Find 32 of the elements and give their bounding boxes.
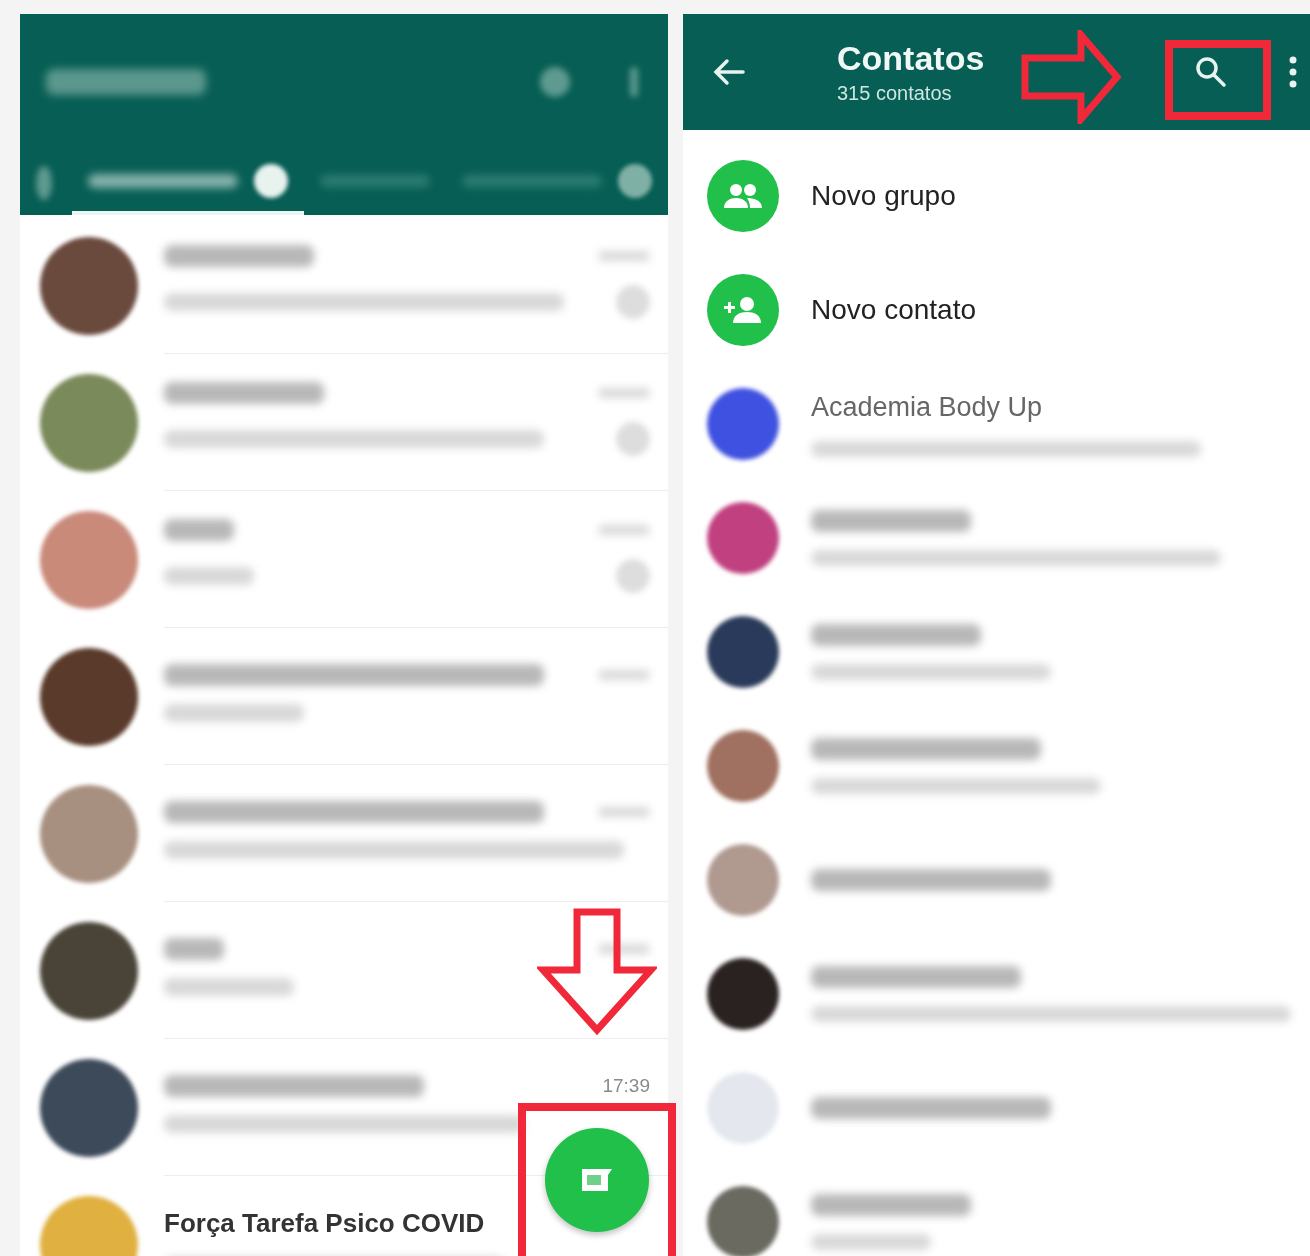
- photo-placeholder: [707, 844, 779, 916]
- blurred-text: [164, 938, 224, 960]
- blurred-icon: [616, 559, 650, 593]
- new-chat-button[interactable]: [545, 1128, 649, 1232]
- chat-name: Força Tarefa Psico COVID: [164, 1207, 485, 1239]
- screen-title: Contatos: [837, 39, 986, 78]
- contact-count: 315 contatos: [837, 82, 953, 105]
- blurred-text: [164, 519, 234, 541]
- photo-placeholder: [707, 1072, 779, 1144]
- action-row[interactable]: Novo contato: [683, 253, 1310, 367]
- action-label: Novo grupo: [811, 180, 956, 212]
- blurred-text: [598, 944, 650, 954]
- people-icon: [723, 183, 763, 209]
- photo-placeholder: [707, 616, 779, 688]
- contact-name: Academia Body Up: [811, 391, 1044, 423]
- back-arrow-icon[interactable]: [711, 57, 747, 87]
- photo-placeholder: [707, 502, 779, 574]
- blurred-icon: [616, 422, 650, 456]
- chat-time: 17:39: [602, 1075, 650, 1097]
- photo-placeholder: [707, 1186, 779, 1256]
- blurred-text: [598, 251, 650, 261]
- person-add-icon: [723, 296, 763, 324]
- blurred-text: [598, 525, 650, 535]
- blurred-text: [598, 807, 650, 817]
- action-row[interactable]: Novo grupo: [683, 139, 1310, 253]
- photo-placeholder: [707, 958, 779, 1030]
- action-label: Novo contato: [811, 294, 976, 326]
- blurred-text: [598, 388, 650, 398]
- photo-placeholder: [707, 730, 779, 802]
- blurred-icon: [616, 285, 650, 319]
- photo-placeholder: [707, 388, 779, 460]
- blurred-text: [598, 670, 650, 680]
